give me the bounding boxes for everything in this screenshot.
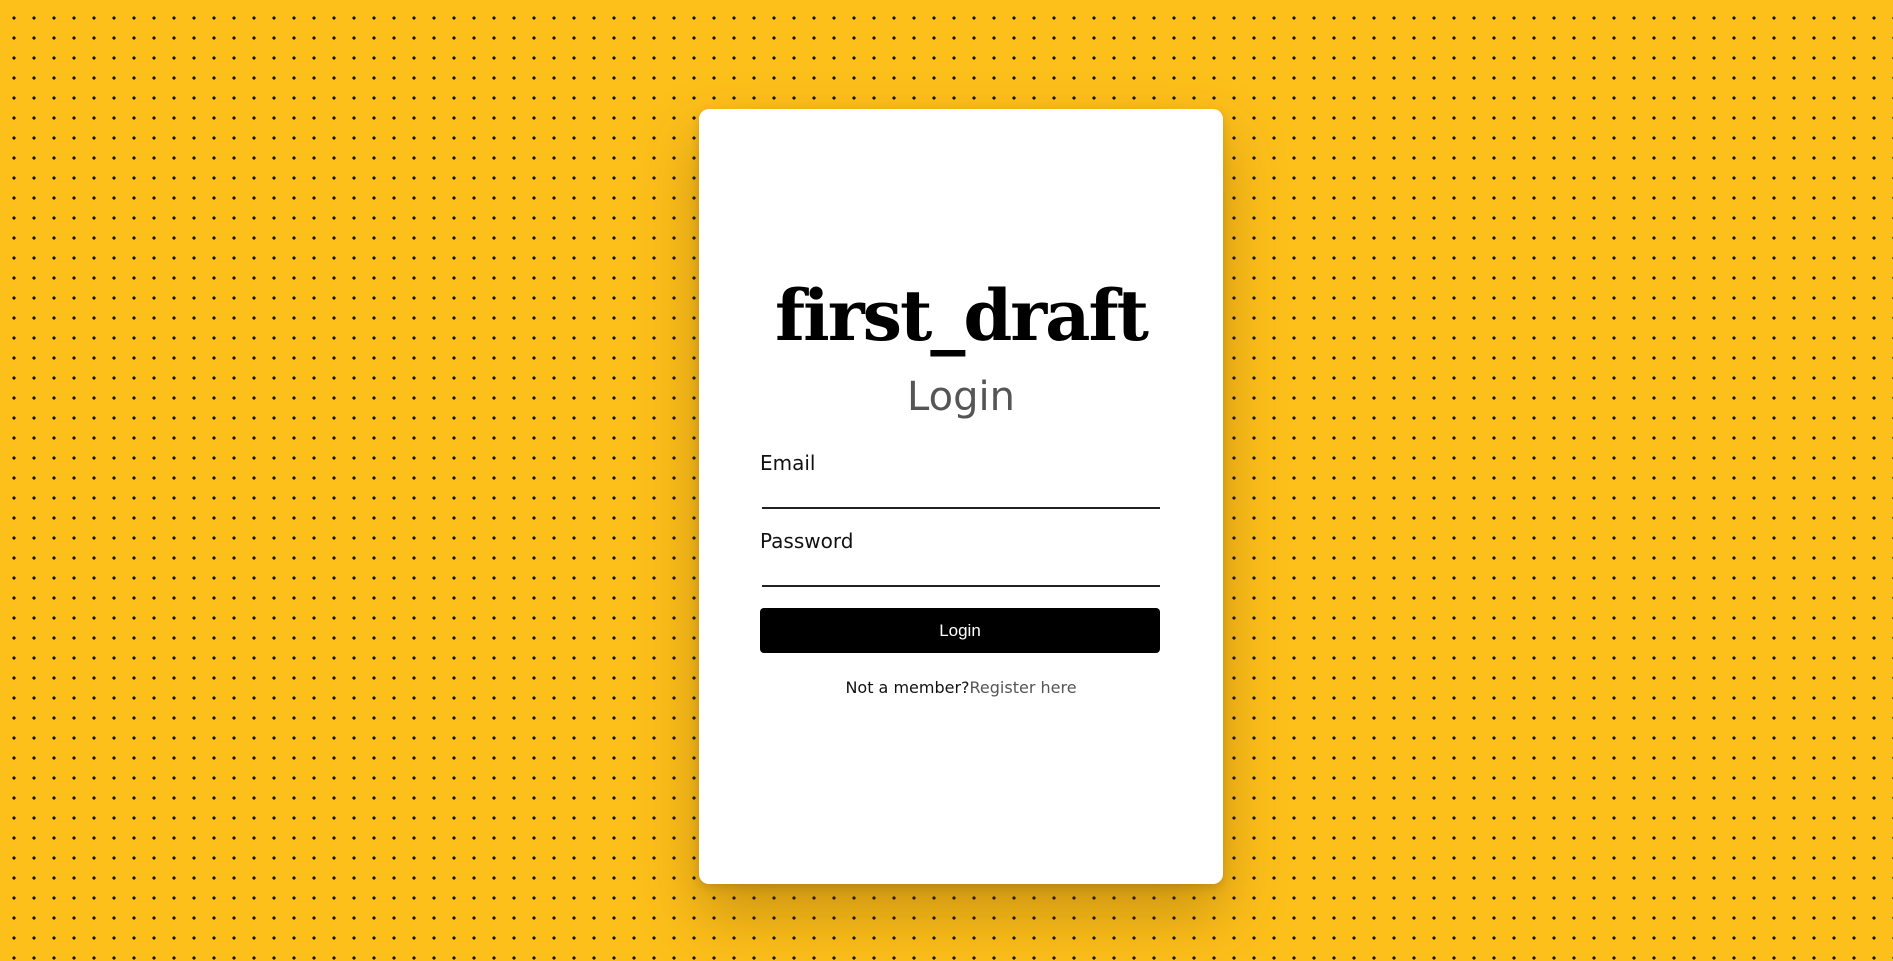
register-prompt: Not a member?Register here: [699, 678, 1223, 697]
not-member-text: Not a member?: [845, 678, 970, 697]
email-field-group: Email: [760, 451, 1162, 509]
password-input[interactable]: [762, 559, 1160, 587]
email-input[interactable]: [762, 481, 1160, 509]
password-field-group: Password: [760, 529, 1162, 587]
brand-logo: first_draft: [775, 274, 1149, 357]
email-label: Email: [760, 451, 816, 475]
login-card: first_draft Login Email Password Login N…: [699, 109, 1223, 884]
register-link[interactable]: Register here: [970, 678, 1077, 697]
password-label: Password: [760, 529, 854, 553]
login-button[interactable]: Login: [760, 608, 1160, 653]
page-title: Login: [907, 374, 1015, 420]
